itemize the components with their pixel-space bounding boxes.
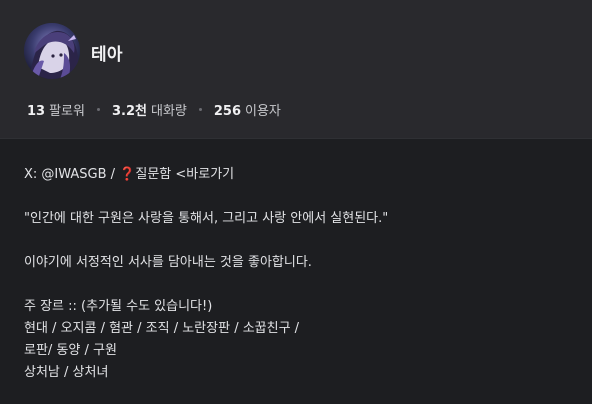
stat-separator (96, 108, 100, 111)
stat-followers[interactable]: 13 팔로워 (27, 100, 85, 119)
bio-twitter-handle[interactable]: X: @IWASGB / (24, 167, 119, 182)
stat-users: 256 이용자 (214, 100, 281, 119)
stat-conversations-value: 3.2천 (111, 104, 147, 119)
avatar[interactable] (24, 23, 80, 79)
bio-intro: 이야기에 서정적인 서사를 담아내는 것을 좋아합니다. (24, 255, 312, 270)
bio-links-line: X: @IWASGB / ❓질문함 <바로가기 (24, 164, 564, 186)
bio-spacer (24, 274, 564, 296)
stat-followers-label: 팔로워 (49, 104, 85, 119)
profile-header: 테아 13 팔로워 3.2천 대화량 256 이용자 (0, 0, 592, 139)
profile-bio: X: @IWASGB / ❓질문함 <바로가기 "인간에 대한 구원은 사랑을 … (0, 139, 592, 404)
question-mark-icon: ❓ (119, 167, 136, 182)
stat-separator (198, 108, 202, 111)
profile-stats: 13 팔로워 3.2천 대화량 256 이용자 (27, 100, 281, 119)
avatar-image (24, 23, 80, 79)
bio-genre-line: 로판/ 동양 / 구원 (24, 343, 117, 358)
bio-question-link[interactable]: 질문함 <바로가기 (135, 167, 234, 182)
stat-conversations: 3.2천 대화량 (112, 100, 187, 119)
profile-name: 테아 (91, 45, 123, 65)
character-profile-card: 테아 13 팔로워 3.2천 대화량 256 이용자 X: @IWASGB / ❓질문… (0, 0, 592, 404)
bio-genre-line: 현대 / 오지콤 / 혐관 / 조직 / 노란장판 / 소꿉친구 / (24, 321, 300, 336)
stat-users-label: 이용자 (245, 104, 281, 119)
stat-users-value: 256 (213, 104, 242, 119)
stat-conversations-label: 대화량 (150, 104, 187, 119)
bio-text: X: @IWASGB / ❓질문함 <바로가기 "인간에 대한 구원은 사랑을 … (24, 164, 564, 384)
bio-spacer (24, 230, 564, 252)
bio-spacer (24, 186, 564, 208)
bio-genre-title: 주 장르 :: (추가될 수도 있습니다!) (24, 299, 213, 314)
bio-quote: "인간에 대한 구원은 사랑을 통해서, 그리고 사랑 안에서 실현된다." (24, 211, 389, 226)
bio-genre-line: 상처남 / 상처녀 (24, 365, 109, 380)
stat-followers-value: 13 (27, 104, 46, 119)
